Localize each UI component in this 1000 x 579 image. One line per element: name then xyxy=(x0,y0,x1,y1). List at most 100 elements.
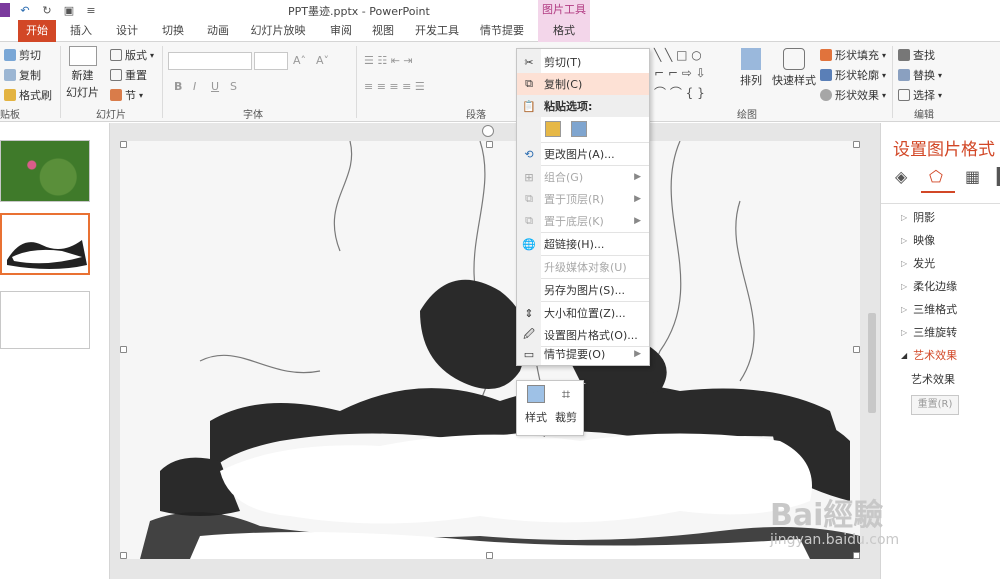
menu-item-copy[interactable]: ⧉ 复制(C) xyxy=(517,73,649,95)
resize-handle-bottom-left[interactable] xyxy=(120,552,127,559)
size-properties-icon[interactable]: ▦ xyxy=(965,167,980,186)
tab-design[interactable]: 设计 xyxy=(108,20,146,42)
paste-as-picture-icon[interactable] xyxy=(571,121,587,137)
section-reflection[interactable]: ▷ 映像 xyxy=(901,232,935,248)
slide-thumbnail-pane xyxy=(0,123,110,579)
quick-styles-button[interactable]: 快速样式 xyxy=(772,48,816,88)
resize-handle-top-left[interactable] xyxy=(120,141,127,148)
menu-item-hyperlink[interactable]: 🌐 超链接(H)... xyxy=(517,233,649,255)
expand-arrow-icon: ▷ xyxy=(901,235,908,245)
italic-button[interactable]: I xyxy=(193,80,196,93)
resize-handle-top-right[interactable] xyxy=(853,141,860,148)
chevron-down-icon: ▾ xyxy=(139,90,144,100)
format-picture-icon: 🖉 xyxy=(523,327,535,341)
resize-handle-bottom[interactable] xyxy=(486,552,493,559)
tab-review[interactable]: 审阅 xyxy=(322,20,360,42)
effects-icon[interactable]: ⬠ xyxy=(929,167,943,186)
slides-group-label: 幻灯片 xyxy=(96,110,126,121)
resize-handle-right[interactable] xyxy=(853,346,860,353)
tab-storyboard[interactable]: 情节提要 xyxy=(474,20,530,42)
chevron-down-icon: ▾ xyxy=(150,50,155,60)
section-shadow[interactable]: ▷ 阴影 xyxy=(901,209,935,225)
rotate-handle-icon[interactable] xyxy=(482,125,494,137)
menu-item-storyboard[interactable]: ▭ 情节提要(O) ▶ xyxy=(517,343,649,365)
section-3d-rotation[interactable]: ▷ 三维旋转 xyxy=(901,324,957,340)
arrange-icon xyxy=(741,48,761,70)
new-slide-button[interactable]: 新建 幻灯片 xyxy=(66,46,99,100)
tab-format[interactable]: 格式 xyxy=(538,20,590,42)
shrink-font-icon[interactable]: A˅ xyxy=(316,54,329,67)
section-glow[interactable]: ▷ 发光 xyxy=(901,255,935,271)
bring-front-icon: ⧉ xyxy=(525,192,533,205)
crop-button[interactable]: ⌗ 裁剪 xyxy=(553,385,579,425)
menu-item-upgrade-media[interactable]: 升级媒体对象(U) xyxy=(517,256,649,278)
copy-button[interactable]: 复制 xyxy=(4,67,41,83)
ink-splash-image[interactable] xyxy=(120,141,860,559)
fill-line-icon[interactable]: ◈ xyxy=(895,167,907,186)
tab-insert[interactable]: 插入 xyxy=(62,20,100,42)
grow-font-icon[interactable]: A˄ xyxy=(293,54,306,67)
menu-item-group[interactable]: ⊞ 组合(G) ▶ xyxy=(517,166,649,188)
tab-home[interactable]: 开始 xyxy=(18,20,56,42)
menu-item-save-as-picture[interactable]: 另存为图片(S)... xyxy=(517,279,649,301)
section-button[interactable]: 节 ▾ xyxy=(110,87,143,103)
paragraph-group-label: 段落 xyxy=(466,110,486,121)
cut-button[interactable]: 剪切 xyxy=(4,47,41,63)
shapes-gallery[interactable]: ╲ ╲ □ ○ xyxy=(654,48,702,62)
replace-button[interactable]: 替换 ▾ xyxy=(898,67,942,83)
arrange-button[interactable]: 排列 xyxy=(740,48,762,88)
shape-effects-button[interactable]: 形状效果 ▾ xyxy=(820,87,886,103)
tab-view[interactable]: 视图 xyxy=(364,20,402,42)
current-slide[interactable] xyxy=(120,141,860,559)
font-size-combo[interactable] xyxy=(254,52,288,70)
picture-style-icon xyxy=(527,385,545,403)
menu-item-change-picture[interactable]: ⟲ 更改图片(A)... xyxy=(517,143,649,165)
shape-outline-button[interactable]: 形状轮廓 ▾ xyxy=(820,67,886,83)
customize-qat-icon[interactable]: ≡ xyxy=(84,3,98,17)
shape-fill-button[interactable]: 形状填充 ▾ xyxy=(820,47,886,63)
align-buttons[interactable]: ≡ ≡ ≡ ≡ ☰ xyxy=(364,80,425,93)
menu-item-cut[interactable]: ✂ 剪切(T) xyxy=(517,51,649,73)
underline-button[interactable]: U xyxy=(211,80,219,93)
bold-button[interactable]: B xyxy=(174,80,182,93)
watermark-url: jingyan.baidu.com xyxy=(770,532,900,548)
font-name-combo[interactable] xyxy=(168,52,252,70)
select-button[interactable]: 选择 ▾ xyxy=(898,87,942,103)
paste-keep-formatting-icon[interactable] xyxy=(545,121,561,137)
expand-arrow-icon: ▷ xyxy=(901,212,908,222)
tab-slideshow[interactable]: 幻灯片放映 xyxy=(247,20,309,42)
slide-thumbnail-2[interactable] xyxy=(0,213,90,275)
resize-handle-top[interactable] xyxy=(486,141,493,148)
tab-developer[interactable]: 开发工具 xyxy=(411,20,463,42)
section-artistic-effects[interactable]: ◢ 艺术效果 xyxy=(901,347,957,363)
slide-thumbnail-1[interactable] xyxy=(0,140,90,202)
menu-item-size-and-position[interactable]: ⇕ 大小和位置(Z)... xyxy=(517,302,649,324)
save-icon[interactable] xyxy=(0,3,10,17)
layout-button[interactable]: 版式 ▾ xyxy=(110,47,154,63)
section-soft-edges[interactable]: ▷ 柔化边缘 xyxy=(901,278,957,294)
style-button[interactable]: 样式 xyxy=(523,385,549,425)
bullets-button[interactable]: ☰ ☷ ⇤ ⇥ xyxy=(364,54,413,67)
slide-thumbnail-3[interactable] xyxy=(0,291,90,349)
scissors-icon: ✂ xyxy=(524,55,534,69)
find-button[interactable]: 查找 xyxy=(898,47,935,63)
menu-item-bring-to-front[interactable]: ⧉ 置于顶层(R) ▶ xyxy=(517,188,649,210)
shadow-button[interactable]: S xyxy=(230,80,237,93)
menu-item-send-to-back[interactable]: ⧉ 置于底层(K) ▶ xyxy=(517,210,649,232)
section-3d-format[interactable]: ▷ 三维格式 xyxy=(901,301,957,317)
shapes-gallery-row3[interactable]: ⌒ ⌒ { } xyxy=(654,84,705,101)
title-bar: ↶ ↻ ▣ ≡ PPT墨迹.pptx - PowerPoint 图片工具 xyxy=(0,0,1000,20)
undo-icon[interactable]: ↶ xyxy=(18,3,32,17)
reset-button[interactable]: 重置(R) xyxy=(911,395,959,415)
shapes-gallery-row2[interactable]: ⌐ ⌐ ⇨ ⇩ xyxy=(654,66,706,80)
redo-icon[interactable]: ↻ xyxy=(40,3,54,17)
tab-animations[interactable]: 动画 xyxy=(199,20,237,42)
start-slideshow-icon[interactable]: ▣ xyxy=(62,3,76,17)
send-back-icon: ⧉ xyxy=(525,214,533,227)
reset-slide-button[interactable]: 重置 xyxy=(110,67,147,83)
resize-handle-left[interactable] xyxy=(120,346,127,353)
format-painter-button[interactable]: 格式刷 xyxy=(4,87,52,103)
vertical-scrollbar[interactable] xyxy=(868,313,876,413)
tab-transitions[interactable]: 切换 xyxy=(154,20,192,42)
copy-icon xyxy=(4,69,16,81)
